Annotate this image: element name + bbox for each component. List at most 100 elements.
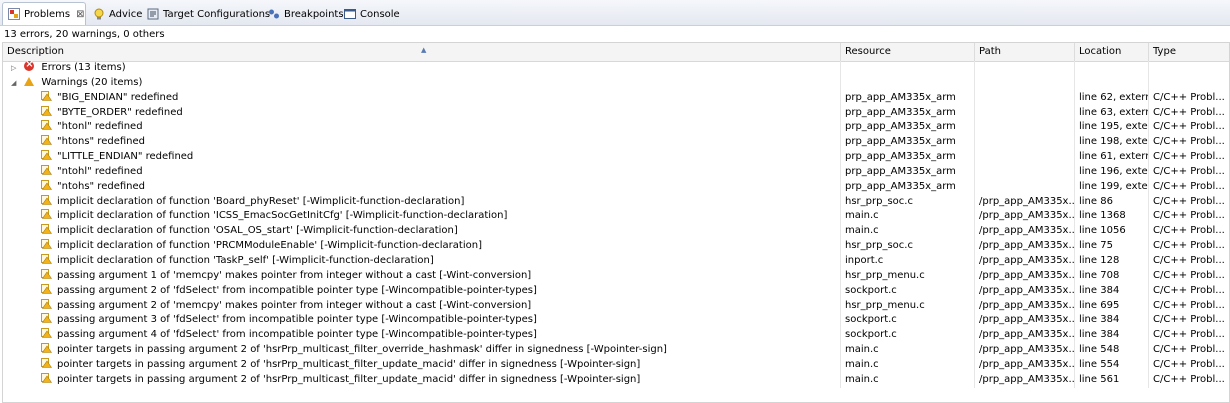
- table-row[interactable]: "LITTLE_ENDIAN" redefined prp_app_AM335x_…: [3, 150, 1229, 165]
- table-row[interactable]: "BYTE_ORDER" redefined prp_app_AM335x_arm…: [3, 105, 1229, 121]
- resource-cell: inport.c: [841, 253, 975, 269]
- type-cell: C/C++ Probl...: [1149, 224, 1229, 239]
- group-row-warnings[interactable]: ◢ Warnings (20 items): [3, 75, 1229, 91]
- table-row[interactable]: pointer targets in passing argument 2 of…: [3, 343, 1229, 358]
- warning-icon: [41, 90, 53, 101]
- type-cell: C/C++ Probl...: [1149, 239, 1229, 254]
- table-row[interactable]: pointer targets in passing argument 2 of…: [3, 357, 1229, 373]
- description-cell: implicit declaration of function 'Board_…: [57, 195, 465, 207]
- location-cell: line 198, exter...: [1075, 135, 1149, 151]
- table-row[interactable]: implicit declaration of function 'ICSS_E…: [3, 209, 1229, 225]
- table-row[interactable]: passing argument 2 of 'memcpy' makes poi…: [3, 298, 1229, 314]
- warning-icon: [41, 135, 53, 146]
- location-cell: line 128: [1075, 253, 1149, 269]
- location-cell: line 384: [1075, 328, 1149, 344]
- table-row[interactable]: "BIG_ENDIAN" redefined prp_app_AM335x_arm…: [3, 90, 1229, 106]
- column-header-resource[interactable]: Resource: [841, 43, 975, 61]
- resource-cell: prp_app_AM335x_arm: [841, 179, 975, 195]
- description-cell: pointer targets in passing argument 2 of…: [57, 344, 667, 356]
- collapse-arrow-icon[interactable]: ◢: [11, 76, 21, 91]
- path-cell: /prp_app_AM335x...: [975, 328, 1075, 344]
- path-cell: /prp_app_AM335x...: [975, 283, 1075, 299]
- table-row[interactable]: pointer targets in passing argument 2 of…: [3, 372, 1229, 388]
- warning-icon: [41, 164, 53, 175]
- group-row-errors[interactable]: ▷ Errors (13 items): [3, 61, 1229, 76]
- location-cell: line 196, exter...: [1075, 164, 1149, 180]
- table-row[interactable]: passing argument 2 of 'fdSelect' from in…: [3, 283, 1229, 299]
- path-cell: /prp_app_AM335x...: [975, 239, 1075, 254]
- path-cell: [975, 135, 1075, 151]
- type-cell: C/C++ Probl...: [1149, 269, 1229, 284]
- type-cell: C/C++ Probl...: [1149, 328, 1229, 343]
- close-icon[interactable]: ⊠: [76, 9, 84, 20]
- tab-label: Problems: [24, 8, 71, 20]
- description-cell: "BIG_ENDIAN" redefined: [57, 91, 179, 103]
- resource-cell: main.c: [841, 224, 975, 240]
- table-row[interactable]: "htons" redefined prp_app_AM335x_arm line …: [3, 135, 1229, 151]
- error-icon: [24, 61, 35, 73]
- type-cell: C/C++ Probl...: [1149, 135, 1229, 150]
- problems-icon: [8, 8, 20, 20]
- path-cell: [975, 90, 1075, 106]
- path-cell: [975, 164, 1075, 180]
- expand-arrow-icon[interactable]: ▷: [11, 61, 21, 76]
- table-row[interactable]: passing argument 3 of 'fdSelect' from in…: [3, 313, 1229, 329]
- tab-breakpoints[interactable]: Breakpoints: [268, 3, 344, 25]
- path-cell: /prp_app_AM335x...: [975, 343, 1075, 358]
- column-label: Description: [7, 46, 64, 57]
- column-header-path[interactable]: Path: [975, 43, 1075, 61]
- table-row[interactable]: "htonl" redefined prp_app_AM335x_arm line …: [3, 120, 1229, 136]
- table-row[interactable]: implicit declaration of function 'PRCMMo…: [3, 239, 1229, 254]
- path-cell: /prp_app_AM335x...: [975, 194, 1075, 210]
- description-cell: passing argument 1 of 'memcpy' makes poi…: [57, 269, 532, 281]
- resource-cell: prp_app_AM335x_arm: [841, 164, 975, 180]
- table-row[interactable]: passing argument 4 of 'fdSelect' from in…: [3, 328, 1229, 344]
- location-cell: line 86: [1075, 194, 1149, 210]
- tab-advice[interactable]: Advice: [93, 3, 142, 25]
- warning-icon: [41, 120, 53, 131]
- column-header-location[interactable]: Location: [1075, 43, 1149, 61]
- description-cell: implicit declaration of function 'OSAL_O…: [57, 225, 458, 237]
- resource-cell: prp_app_AM335x_arm: [841, 90, 975, 106]
- tab-label: Breakpoints: [284, 8, 344, 20]
- table-row[interactable]: implicit declaration of function 'Board_…: [3, 194, 1229, 210]
- tab-target-configurations[interactable]: Target Configurations: [147, 3, 270, 25]
- table-body: ▷ Errors (13 items) ◢ Warnings (20 items…: [3, 61, 1229, 388]
- problems-table[interactable]: Description ▲ Resource Path Location Typ…: [2, 42, 1230, 403]
- resource-cell: sockport.c: [841, 313, 975, 329]
- column-header-description[interactable]: Description ▲: [3, 43, 841, 61]
- path-cell: /prp_app_AM335x...: [975, 372, 1075, 388]
- resource-cell: hsr_prp_menu.c: [841, 298, 975, 314]
- resource-cell: hsr_prp_soc.c: [841, 194, 975, 210]
- location-cell: line 62, extern...: [1075, 90, 1149, 106]
- type-cell: C/C++ Probl...: [1149, 299, 1229, 314]
- path-cell: /prp_app_AM335x...: [975, 209, 1075, 225]
- resource-cell: hsr_prp_menu.c: [841, 268, 975, 284]
- table-row[interactable]: implicit declaration of function 'OSAL_O…: [3, 224, 1229, 240]
- warning-icon: [41, 357, 53, 368]
- type-cell: C/C++ Probl...: [1149, 91, 1229, 106]
- table-row[interactable]: passing argument 1 of 'memcpy' makes poi…: [3, 268, 1229, 284]
- tab-problems[interactable]: Problems ⊠: [2, 2, 86, 25]
- warning-icon: [41, 313, 53, 324]
- table-row[interactable]: "ntohs" redefined prp_app_AM335x_arm line …: [3, 179, 1229, 195]
- location-cell: line 61, extern...: [1075, 150, 1149, 165]
- description-cell: "BYTE_ORDER" redefined: [57, 106, 183, 118]
- type-cell: C/C++ Probl...: [1149, 209, 1229, 224]
- tab-label: Target Configurations: [163, 8, 271, 20]
- table-row[interactable]: implicit declaration of function 'TaskP_…: [3, 253, 1229, 269]
- table-header: Description ▲ Resource Path Location Typ…: [3, 43, 1229, 62]
- description-cell: "ntohl" redefined: [57, 165, 143, 177]
- resource-cell: prp_app_AM335x_arm: [841, 120, 975, 136]
- table-row[interactable]: "ntohl" redefined prp_app_AM335x_arm line …: [3, 164, 1229, 180]
- path-cell: [975, 120, 1075, 136]
- tab-label: Console: [360, 8, 400, 20]
- location-cell: line 199, exter...: [1075, 179, 1149, 195]
- type-cell: C/C++ Probl...: [1149, 150, 1229, 165]
- view-tab-bar: Problems ⊠ Advice Target Configurations …: [0, 0, 1230, 26]
- location-cell: line 695: [1075, 298, 1149, 314]
- tab-console[interactable]: Console: [344, 3, 400, 25]
- path-cell: /prp_app_AM335x...: [975, 224, 1075, 240]
- group-label: Warnings (20 items): [41, 76, 143, 88]
- column-header-type[interactable]: Type: [1149, 43, 1229, 61]
